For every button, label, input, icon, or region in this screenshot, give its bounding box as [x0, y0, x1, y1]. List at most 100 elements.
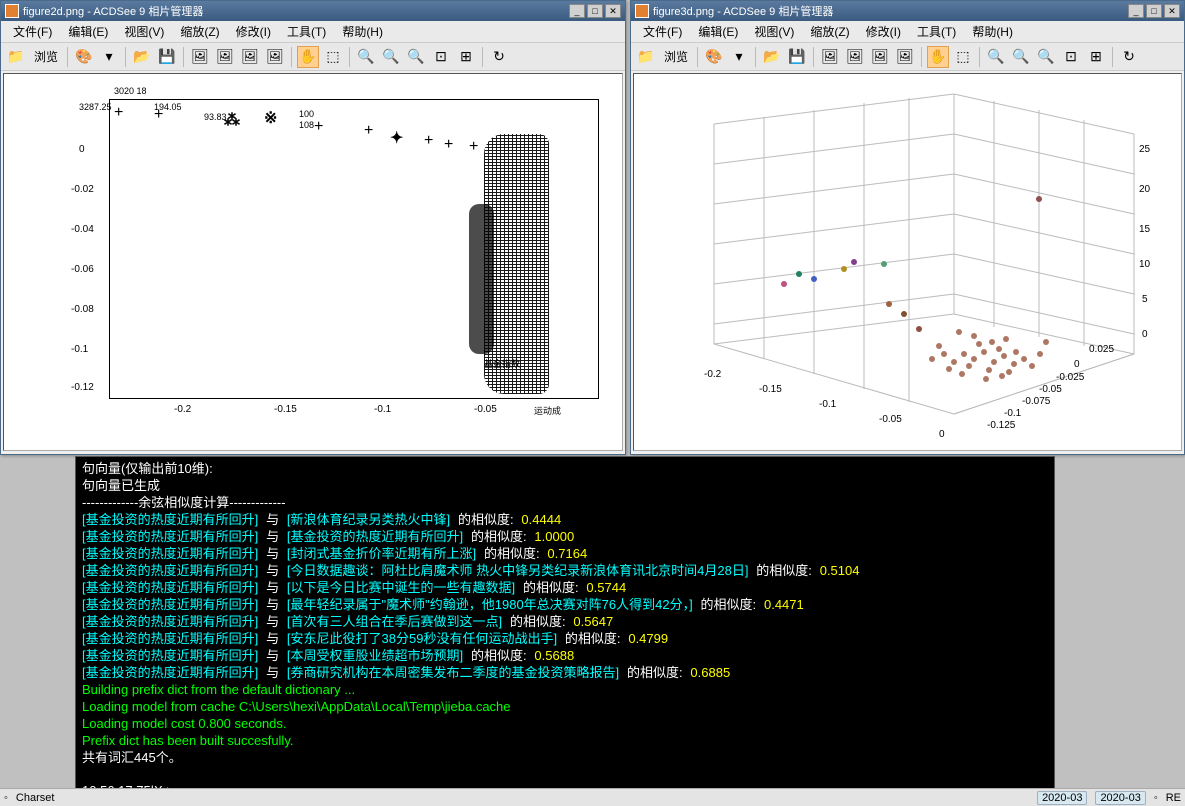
menu-file[interactable]: 文件(F) — [5, 21, 60, 42]
close-button[interactable]: ✕ — [605, 4, 621, 18]
zoom-out-icon[interactable]: 🔍 — [405, 46, 427, 68]
img3-icon[interactable]: 🖼 — [869, 46, 891, 68]
ytick: -0.12 — [71, 382, 94, 393]
img2-icon[interactable]: 🖼 — [214, 46, 236, 68]
menu-edit[interactable]: 编辑(E) — [60, 21, 116, 42]
fit-icon[interactable]: ⊡ — [430, 46, 452, 68]
open-icon[interactable]: 📂 — [761, 46, 783, 68]
acdsee-window-2d: figure2d.png - ACDSee 9 相片管理器 _ □ ✕ 文件(F… — [0, 0, 626, 455]
titlebar[interactable]: figure2d.png - ACDSee 9 相片管理器 _ □ ✕ — [1, 1, 625, 21]
menubar: 文件(F) 编辑(E) 视图(V) 缩放(Z) 修改(I) 工具(T) 帮助(H… — [1, 21, 625, 43]
ztick: 20 — [1139, 184, 1150, 195]
browse-icon[interactable]: 📁 — [635, 46, 657, 68]
toolbar: 📁 浏览 🎨 ▾ 📂 💾 🖼 🖼 🖼 🖼 ✋ ⬚ 🔍 🔍 🔍 ⊡ ⊞ ↻ — [631, 43, 1184, 71]
menu-tools[interactable]: 工具(T) — [279, 21, 334, 42]
minimize-button[interactable]: _ — [1128, 4, 1144, 18]
terminal-output[interactable]: 句向量(仅输出前10维): 句向量已生成 -------------余弦相似度计… — [75, 456, 1055, 791]
scatter-top-row: + + ⁂ ※ + + ✦ + + + — [114, 100, 534, 140]
zoom-icon[interactable]: 🔍 — [355, 46, 377, 68]
menu-zoom[interactable]: 缩放(Z) — [802, 21, 857, 42]
open-icon[interactable]: 📂 — [131, 46, 153, 68]
image-canvas-2d[interactable]: 0 -0.02 -0.04 -0.06 -0.08 -0.1 -0.12 -0.… — [3, 73, 623, 451]
rotate-icon[interactable]: ↻ — [488, 46, 510, 68]
browse-label[interactable]: 浏览 — [30, 48, 62, 65]
zoom-in-icon[interactable]: 🔍 — [1010, 46, 1032, 68]
ide-status-bar: ◦ Charset 2020-03 2020-03 ◦ RE — [0, 788, 1185, 806]
dropdown-icon[interactable]: ▾ — [98, 46, 120, 68]
maximize-button[interactable]: □ — [587, 4, 603, 18]
xtick: 0 — [939, 429, 945, 440]
image-canvas-3d[interactable]: 25 20 15 10 5 0 -0.2 -0.15 -0.1 -0.05 0 … — [633, 73, 1182, 451]
browse-label[interactable]: 浏览 — [660, 48, 692, 65]
img4-icon[interactable]: 🖼 — [894, 46, 916, 68]
menu-help[interactable]: 帮助(H) — [334, 21, 391, 42]
ytick: -0.1 — [1004, 408, 1021, 419]
dropdown-icon[interactable]: ▾ — [728, 46, 750, 68]
ytick: -0.025 — [1056, 372, 1084, 383]
menubar: 文件(F) 编辑(E) 视图(V) 缩放(Z) 修改(I) 工具(T) 帮助(H… — [631, 21, 1184, 43]
xtick: -0.1 — [819, 399, 836, 410]
ytick: -0.1 — [71, 344, 88, 355]
menu-modify[interactable]: 修改(I) — [228, 21, 279, 42]
status-date-1[interactable]: 2020-03 — [1037, 791, 1087, 805]
status-charset[interactable]: Charset — [16, 792, 55, 804]
titlebar[interactable]: figure3d.png - ACDSee 9 相片管理器 _ □ ✕ — [631, 1, 1184, 21]
ytick: -0.08 — [71, 304, 94, 315]
img3-icon[interactable]: 🖼 — [239, 46, 261, 68]
menu-view[interactable]: 视图(V) — [116, 21, 172, 42]
menu-modify[interactable]: 修改(I) — [858, 21, 909, 42]
select-tool-icon[interactable]: ⬚ — [952, 46, 974, 68]
window-title: figure3d.png - ACDSee 9 相片管理器 — [653, 3, 1128, 19]
ytick: 0.025 — [1089, 344, 1114, 355]
acdsee-icon — [5, 4, 19, 18]
close-button[interactable]: ✕ — [1164, 4, 1180, 18]
xtick: -0.15 — [759, 384, 782, 395]
zoom-out-icon[interactable]: 🔍 — [1035, 46, 1057, 68]
hand-tool-icon[interactable]: ✋ — [297, 46, 319, 68]
fit-icon[interactable]: ⊡ — [1060, 46, 1082, 68]
ytick: -0.06 — [71, 264, 94, 275]
window-title: figure2d.png - ACDSee 9 相片管理器 — [23, 3, 569, 19]
img4-icon[interactable]: 🖼 — [264, 46, 286, 68]
menu-view[interactable]: 视图(V) — [746, 21, 802, 42]
toolbar: 📁 浏览 🎨 ▾ 📂 💾 🖼 🖼 🖼 🖼 ✋ ⬚ 🔍 🔍 🔍 ⊡ ⊞ ↻ — [1, 43, 625, 71]
ytick: -0.05 — [1039, 384, 1062, 395]
zoom-in-icon[interactable]: 🔍 — [380, 46, 402, 68]
img2-icon[interactable]: 🖼 — [844, 46, 866, 68]
plot3d-svg — [644, 84, 1169, 444]
status-charset-icon: ◦ — [4, 792, 8, 804]
select-tool-icon[interactable]: ⬚ — [322, 46, 344, 68]
status-date-2[interactable]: 2020-03 — [1095, 791, 1145, 805]
palette-icon[interactable]: 🎨 — [73, 46, 95, 68]
palette-icon[interactable]: 🎨 — [703, 46, 725, 68]
ytick: -0.075 — [1022, 396, 1050, 407]
ytick: 0 — [1074, 359, 1080, 370]
save-icon[interactable]: 💾 — [786, 46, 808, 68]
status-re-icon: ◦ — [1154, 792, 1158, 804]
fit2-icon[interactable]: ⊞ — [1085, 46, 1107, 68]
ztick: 0 — [1142, 329, 1148, 340]
menu-zoom[interactable]: 缩放(Z) — [172, 21, 227, 42]
menu-help[interactable]: 帮助(H) — [964, 21, 1021, 42]
xtick: -0.15 — [274, 404, 297, 415]
img1-icon[interactable]: 🖼 — [189, 46, 211, 68]
maximize-button[interactable]: □ — [1146, 4, 1162, 18]
ytick: -0.125 — [987, 420, 1015, 431]
xtick: -0.2 — [704, 369, 721, 380]
fit2-icon[interactable]: ⊞ — [455, 46, 477, 68]
status-re[interactable]: RE — [1166, 792, 1181, 804]
menu-edit[interactable]: 编辑(E) — [690, 21, 746, 42]
xtick: -0.05 — [474, 404, 497, 415]
menu-tools[interactable]: 工具(T) — [909, 21, 964, 42]
browse-icon[interactable]: 📁 — [5, 46, 27, 68]
rotate-icon[interactable]: ↻ — [1118, 46, 1140, 68]
img1-icon[interactable]: 🖼 — [819, 46, 841, 68]
ztick: 5 — [1142, 294, 1148, 305]
zoom-icon[interactable]: 🔍 — [985, 46, 1007, 68]
hand-tool-icon[interactable]: ✋ — [927, 46, 949, 68]
minimize-button[interactable]: _ — [569, 4, 585, 18]
menu-file[interactable]: 文件(F) — [635, 21, 690, 42]
save-icon[interactable]: 💾 — [156, 46, 178, 68]
ytick: -0.04 — [71, 224, 94, 235]
anno: 3287.25 — [79, 102, 112, 112]
